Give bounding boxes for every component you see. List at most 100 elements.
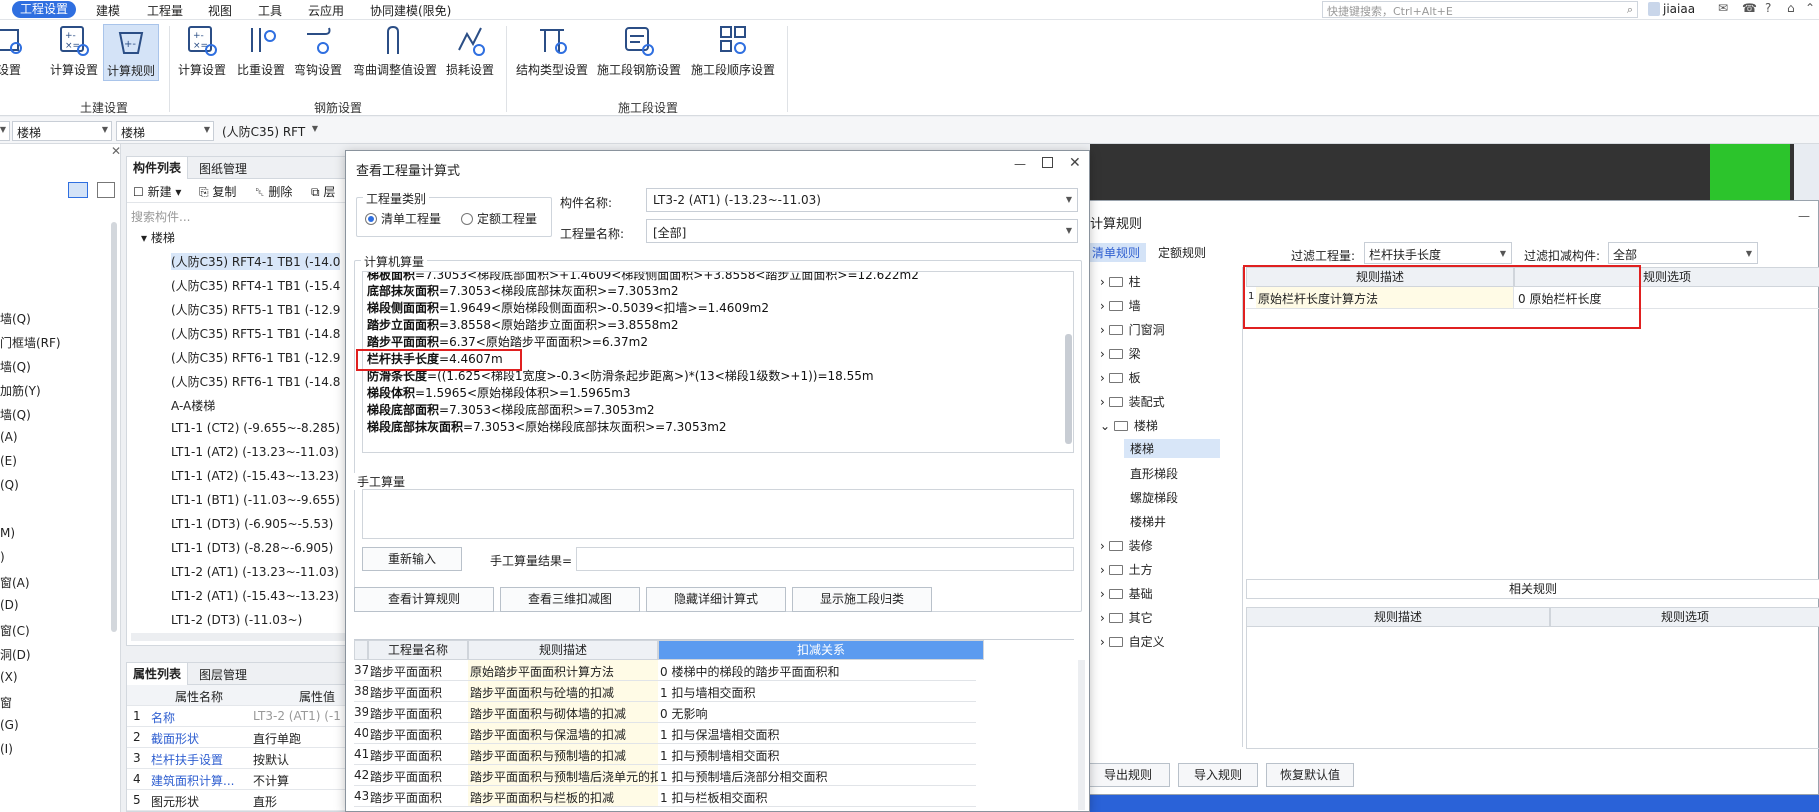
- list-item[interactable]: LT1-1 (AT2) (-13.23~-11.03): [171, 445, 339, 459]
- chat-icon[interactable]: ✉: [1718, 1, 1728, 15]
- new-button[interactable]: ☐ 新建 ▾: [133, 183, 181, 200]
- ribbon-bend-adjust-button[interactable]: 弯曲调整值设置: [350, 24, 440, 78]
- close-icon[interactable]: ✕: [111, 144, 121, 158]
- nav-item[interactable]: M): [0, 526, 15, 540]
- tab-property-list[interactable]: 属性列表: [127, 663, 189, 685]
- table-row[interactable]: 4 建筑面积计算... 不计算: [127, 769, 349, 790]
- nav-item[interactable]: 墙(Q): [0, 406, 31, 423]
- menu-project-settings[interactable]: 工程设置: [12, 1, 77, 18]
- list-item[interactable]: LT1-1 (AT2) (-15.43~-13.23): [171, 469, 339, 483]
- rule-tree-slab[interactable]: › 板: [1100, 369, 1141, 386]
- table-row[interactable]: 40 踏步平面面积 踏步平面面积与保温墙的扣减 1 扣与保温墙相交面积: [354, 723, 976, 744]
- ribbon-segment-rebar-button[interactable]: 施工段钢筋设置: [596, 24, 682, 78]
- table-row[interactable]: 3 栏杆扶手设置 按默认: [127, 748, 349, 769]
- rule-tree-beam[interactable]: › 梁: [1100, 345, 1141, 362]
- nav-item[interactable]: 墙(Q): [0, 358, 31, 375]
- nav-item[interactable]: 门框墙(RF): [0, 334, 61, 351]
- list-item[interactable]: LT1-1 (DT3) (-6.905~-5.53): [171, 517, 333, 531]
- table-row[interactable]: 2 截面形状 直行单跑: [127, 727, 349, 748]
- scrollbar[interactable]: [111, 222, 117, 632]
- floor-select[interactable]: ▼: [0, 121, 10, 141]
- scrollbar[interactable]: [1078, 660, 1085, 810]
- ribbon-rebar-calc-settings-button[interactable]: +- ×= 计算设置: [176, 24, 228, 78]
- manual-calc-textarea[interactable]: [362, 489, 1074, 539]
- avatar[interactable]: [1648, 2, 1660, 16]
- filter-deduct-select[interactable]: 全部 ▼: [1608, 242, 1758, 264]
- quota-qty-radio[interactable]: 定额工程量: [461, 210, 537, 227]
- rule-tree-opening[interactable]: › 门窗洞: [1100, 321, 1165, 338]
- headset-icon[interactable]: ☎: [1742, 1, 1757, 15]
- nav-item[interactable]: (G): [0, 718, 19, 732]
- nav-item[interactable]: (I): [0, 742, 13, 756]
- help-icon[interactable]: ?: [1765, 1, 1771, 15]
- delete-button[interactable]: ␡ 删除: [255, 183, 292, 200]
- rule-tree-earthwork[interactable]: › 土方: [1100, 561, 1153, 578]
- layer-button[interactable]: ⧉ 层: [311, 183, 335, 200]
- detail-view-icon[interactable]: [97, 182, 115, 198]
- horizontal-scrollbar[interactable]: [131, 633, 347, 641]
- ribbon-weight-settings-button[interactable]: 比重设置: [235, 24, 287, 78]
- menu-tools[interactable]: 工具: [258, 2, 282, 19]
- col-header-deduction[interactable]: 扣减关系: [658, 640, 984, 660]
- list-item[interactable]: (人防C35) RFT6-1 TB1 (-14.8: [171, 373, 340, 390]
- list-item[interactable]: LT1-1 (BT1) (-11.03~-9.655): [171, 493, 340, 507]
- list-item[interactable]: LT1-1 (DT3) (-8.28~-6.905): [171, 541, 333, 555]
- list-item[interactable]: A-A楼梯: [171, 397, 215, 414]
- component-search-input[interactable]: 搜索构件...: [131, 208, 190, 225]
- component-select[interactable]: (人防C35) RFT ▼: [218, 121, 318, 141]
- shortcut-search-input[interactable]: 快捷键搜索，Ctrl+Alt+E ⌕: [1322, 1, 1638, 18]
- rule-tree-stairwell[interactable]: 楼梯井: [1130, 513, 1166, 530]
- table-row[interactable]: 37 踏步平面面积 原始踏步平面面积计算方法 0 楼梯中的梯段的踏步平面面积和: [354, 660, 976, 681]
- filter-qty-select[interactable]: 栏杆扶手长度 ▼: [1364, 242, 1512, 264]
- tab-layer-management[interactable]: 图层管理: [199, 666, 247, 683]
- table-row[interactable]: 39 踏步平面面积 踏步平面面积与砌体墙的扣减 0 无影响: [354, 702, 976, 723]
- scrollbar[interactable]: [1065, 334, 1072, 444]
- import-rules-button[interactable]: 导入规则: [1178, 763, 1258, 787]
- rule-tree-prefab[interactable]: › 装配式: [1100, 393, 1165, 410]
- view-calc-rules-button[interactable]: 查看计算规则: [354, 587, 494, 612]
- tab-quota-rules[interactable]: 定额规则: [1158, 244, 1206, 261]
- reenter-button[interactable]: 重新输入: [362, 547, 462, 571]
- list-item[interactable]: (人防C35) RFT4-1 TB1 (-14.0: [171, 253, 341, 270]
- rule-tree-stairs[interactable]: ⌄ 楼梯: [1100, 417, 1158, 434]
- menu-cloud[interactable]: 云应用: [308, 2, 344, 19]
- nav-item[interactable]: 窗(A): [0, 574, 30, 591]
- list-item[interactable]: (人防C35) RFT4-1 TB1 (-15.4: [171, 277, 340, 294]
- restore-default-button[interactable]: 恢复默认值: [1266, 763, 1354, 787]
- rule-tree-foundation[interactable]: › 基础: [1100, 585, 1153, 602]
- ribbon-hook-settings-button[interactable]: 弯钩设置: [292, 24, 344, 78]
- category-select[interactable]: 楼梯 ▼: [12, 121, 112, 141]
- table-row[interactable]: 38 踏步平面面积 踏步平面面积与砼墙的扣减 1 扣与墙相交面积: [354, 681, 976, 702]
- nav-item[interactable]: (E): [0, 454, 17, 468]
- nav-item[interactable]: 洞(D): [0, 646, 31, 663]
- tree-root-stairs[interactable]: ▾ 楼梯: [141, 229, 175, 246]
- chevron-up-icon[interactable]: ⌃: [1805, 1, 1815, 15]
- table-row[interactable]: 5 图元形状 直形: [127, 790, 349, 811]
- rule-tree-stairs-child[interactable]: 楼梯: [1124, 439, 1220, 458]
- shirt-icon[interactable]: ⌂: [1787, 1, 1795, 15]
- rule-tree-other[interactable]: › 其它: [1100, 609, 1153, 626]
- nav-item[interactable]: (D): [0, 598, 19, 612]
- ribbon-settings-button[interactable]: 设置: [0, 24, 30, 78]
- minimize-icon[interactable]: —: [1798, 209, 1810, 223]
- tab-bill-rules[interactable]: 清单规则: [1086, 243, 1147, 262]
- bill-qty-radio[interactable]: 清单工程量: [365, 210, 441, 227]
- list-item[interactable]: (人防C35) RFT6-1 TB1 (-12.9: [171, 349, 340, 366]
- menu-view[interactable]: 视图: [208, 2, 232, 19]
- rule-tree-column[interactable]: › 柱: [1100, 273, 1141, 290]
- rule-tree-spiral-flight[interactable]: 螺旋梯段: [1130, 489, 1178, 506]
- maximize-icon[interactable]: [1042, 157, 1053, 168]
- ribbon-structure-type-button[interactable]: 结构类型设置: [515, 24, 589, 78]
- tab-drawing-management[interactable]: 图纸管理: [199, 160, 247, 177]
- nav-item[interactable]: ): [0, 550, 5, 564]
- rule-tree-straight-flight[interactable]: 直形梯段: [1130, 465, 1178, 482]
- nav-item[interactable]: 窗: [0, 694, 12, 711]
- username[interactable]: jiaiaa: [1663, 2, 1695, 16]
- tab-component-list[interactable]: 构件列表: [127, 157, 189, 179]
- minimize-icon[interactable]: —: [1014, 157, 1026, 171]
- table-row[interactable]: 42 踏步平面面积 踏步平面面积与预制墙后浇单元的扣减 1 扣与预制墙后浇部分相…: [354, 765, 976, 786]
- view-3d-deduction-button[interactable]: 查看三维扣减图: [500, 587, 640, 612]
- ribbon-loss-settings-button[interactable]: 损耗设置: [444, 24, 496, 78]
- nav-item[interactable]: (X): [0, 670, 18, 684]
- nav-item[interactable]: 窗(C): [0, 622, 30, 639]
